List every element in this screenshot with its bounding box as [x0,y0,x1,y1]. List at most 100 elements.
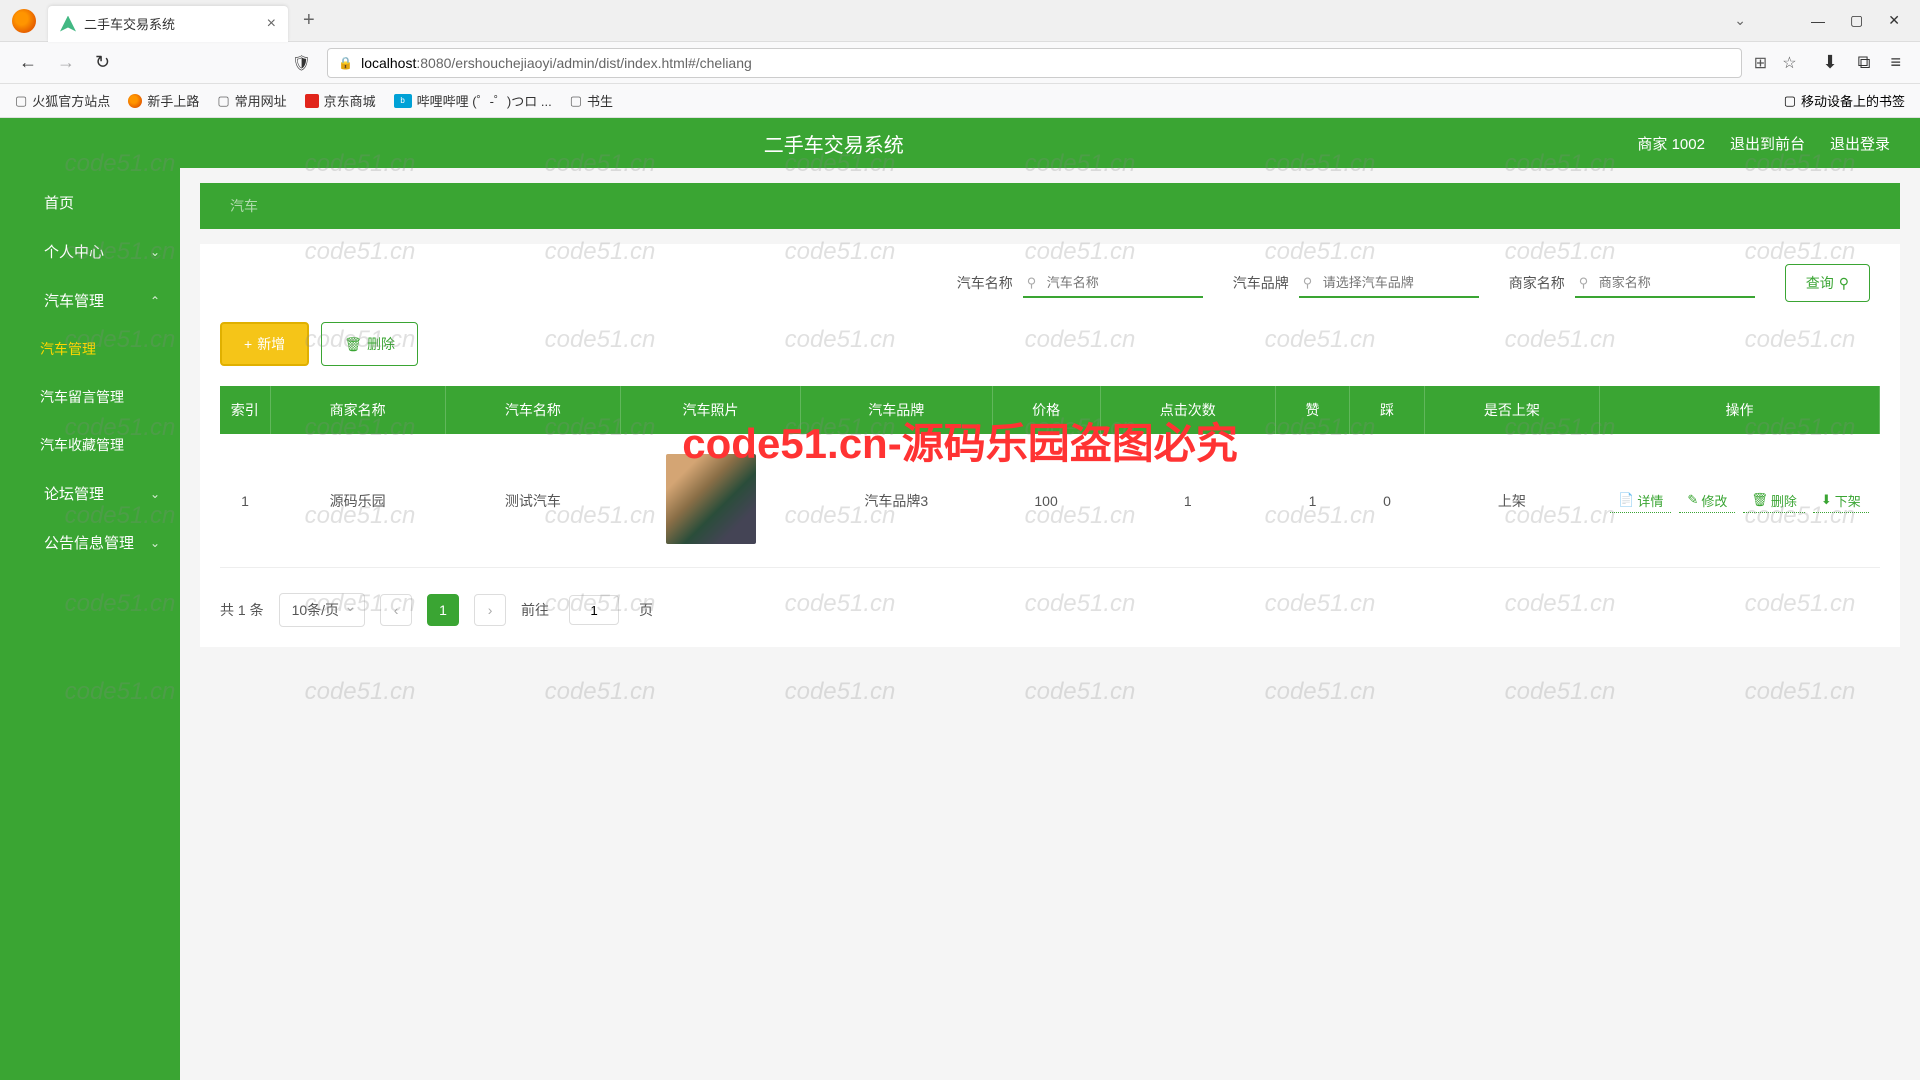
pagination: 共 1 条 10条/页 ‹ 1 › 前往 页 [220,593,1880,627]
browser-tab[interactable]: 二手车交易系统 × [48,6,288,42]
car-image[interactable] [666,454,756,544]
add-button[interactable]: +新增 [220,322,309,366]
th-brand: 汽车品牌 [801,386,993,434]
pagination-total: 共 1 条 [220,600,264,620]
shield-icon[interactable]: 🛡 [288,50,315,76]
action-offshelf[interactable]: ⬇下架 [1813,489,1869,513]
page-size-select[interactable]: 10条/页 [279,593,365,627]
close-window-button[interactable]: ✕ [1888,12,1900,29]
trash-icon: 🗑 [344,336,362,353]
bookmark-mobile[interactable]: ▢移动设备上的书签 [1784,91,1905,110]
user-label[interactable]: 商家 1002 [1637,133,1705,154]
search-icon: ⚲ [1839,275,1849,292]
action-edit[interactable]: ✎修改 [1679,489,1735,513]
prev-page-button[interactable]: ‹ [380,594,412,626]
plus-icon: + [244,336,252,352]
th-carname: 汽车名称 [445,386,620,434]
bookmark-star-icon[interactable]: ☆ [1782,53,1796,73]
th-dislikes: 踩 [1350,386,1424,434]
logout-link[interactable]: 退出登录 [1830,133,1890,154]
search-row: 汽车名称 ⚲ 汽车品牌 ⚲ 商家名称 ⚲ 查询⚲ [220,264,1880,302]
search-input-carname[interactable] [1023,269,1203,298]
th-merchant: 商家名称 [270,386,445,434]
maximize-button[interactable]: ▢ [1850,12,1863,29]
sidebar-item-profile[interactable]: 个人中心⌄ [0,227,180,276]
url-bar: ← → ↻ 🛡 🔒 localhost:8080/ershouchejiaoyi… [0,42,1920,84]
minimize-button[interactable]: — [1811,13,1825,29]
chevron-down-icon[interactable]: ⌄ [1734,12,1746,29]
search-label-brand: 汽车品牌 [1233,273,1289,293]
chevron-down-icon: ⌄ [150,245,160,259]
main-content: 汽车 汽车名称 ⚲ 汽车品牌 ⚲ 商家名称 ⚲ 查询⚲ +新增 🗑删 [180,168,1920,1080]
firefox-icon [12,9,36,33]
new-tab-button[interactable]: + [303,9,315,32]
downloads-icon[interactable]: ⬇ [1819,48,1842,77]
data-table: 索引 商家名称 汽车名称 汽车照片 汽车品牌 价格 点击次数 赞 踩 是否上架 … [220,386,1880,568]
close-icon[interactable]: × [267,15,276,33]
th-likes: 赞 [1275,386,1349,434]
page-number-1[interactable]: 1 [427,594,459,626]
cell-photo [621,434,801,568]
chevron-down-icon: ⌄ [150,487,160,501]
bookmark-jd[interactable]: 京东商城 [305,91,376,110]
action-delete[interactable]: 🗑删除 [1743,489,1805,513]
url-input[interactable]: 🔒 localhost:8080/ershouchejiaoyi/admin/d… [327,48,1742,78]
cell-brand: 汽车品牌3 [801,434,993,568]
bookmark-shusheng[interactable]: ▢书生 [570,91,613,110]
cell-dislikes: 0 [1350,434,1424,568]
bookmark-bilibili[interactable]: b哔哩哔哩 (゜-゜)つロ ... [394,91,552,110]
sidebar-sub-car-comment[interactable]: 汽车留言管理 [0,373,180,421]
app-title: 二手车交易系统 [30,129,1637,158]
cell-carname: 测试汽车 [445,434,620,568]
sidebar-item-notice[interactable]: 公告信息管理⌄ [0,518,180,567]
next-page-button[interactable]: › [474,594,506,626]
chevron-down-icon: ⌄ [150,536,160,550]
table-row: 1 源码乐园 测试汽车 汽车品牌3 100 1 1 0 上架 📄详情 [220,434,1880,568]
tab-title: 二手车交易系统 [84,14,259,33]
window-controls: ⌄ — ▢ ✕ [1714,12,1920,29]
forward-button[interactable]: → [53,48,79,77]
search-input-merchant[interactable] [1575,269,1755,298]
translate-icon[interactable]: ⊞ [1754,53,1767,73]
sidebar: 首页 个人中心⌄ 汽车管理⌃ 汽车管理 汽车留言管理 汽车收藏管理 论坛管理⌄ … [0,168,180,1080]
query-button[interactable]: 查询⚲ [1785,264,1870,302]
bookmarks-bar: ▢火狐官方站点 新手上路 ▢常用网址 京东商城 b哔哩哔哩 (゜-゜)つロ ..… [0,84,1920,118]
exit-front-link[interactable]: 退出到前台 [1730,133,1805,154]
breadcrumb: 汽车 [200,183,1900,229]
sidebar-item-home[interactable]: 首页 [0,178,180,227]
extensions-icon[interactable]: ⧉ [1854,48,1875,77]
bookmark-firefox[interactable]: ▢火狐官方站点 [15,91,110,110]
bookmark-newbie[interactable]: 新手上路 [128,91,199,110]
back-button[interactable]: ← [15,48,41,77]
th-status: 是否上架 [1424,386,1599,434]
bookmark-common[interactable]: ▢常用网址 [217,91,286,110]
sidebar-item-car-manage[interactable]: 汽车管理⌃ [0,276,180,325]
browser-tab-bar: 二手车交易系统 × + ⌄ — ▢ ✕ [0,0,1920,42]
goto-prefix: 前往 [521,600,549,620]
reload-button[interactable]: ↻ [91,48,114,77]
app-header: 二手车交易系统 商家 1002 退出到前台 退出登录 [0,118,1920,168]
cell-price: 100 [992,434,1100,568]
cell-merchant: 源码乐园 [270,434,445,568]
sidebar-sub-car-favorite[interactable]: 汽车收藏管理 [0,421,180,469]
menu-icon[interactable]: ≡ [1886,48,1905,77]
search-select-brand[interactable] [1299,269,1479,298]
cell-status: 上架 [1424,434,1599,568]
sidebar-item-forum[interactable]: 论坛管理⌄ [0,469,180,518]
sidebar-sub-car-manage[interactable]: 汽车管理 [0,325,180,373]
goto-suffix: 页 [639,600,653,620]
search-label-merchant: 商家名称 [1509,273,1565,293]
cell-clicks: 1 [1100,434,1275,568]
goto-page-input[interactable] [569,595,619,625]
vue-icon [60,16,76,32]
delete-button[interactable]: 🗑删除 [321,322,418,366]
action-detail[interactable]: 📄详情 [1610,489,1671,513]
cell-index: 1 [220,434,270,568]
th-actions: 操作 [1600,386,1880,434]
lock-icon: 🔒 [338,56,353,70]
url-text: localhost:8080/ershouchejiaoyi/admin/dis… [361,55,752,71]
cell-likes: 1 [1275,434,1349,568]
th-photo: 汽车照片 [621,386,801,434]
th-price: 价格 [992,386,1100,434]
th-clicks: 点击次数 [1100,386,1275,434]
